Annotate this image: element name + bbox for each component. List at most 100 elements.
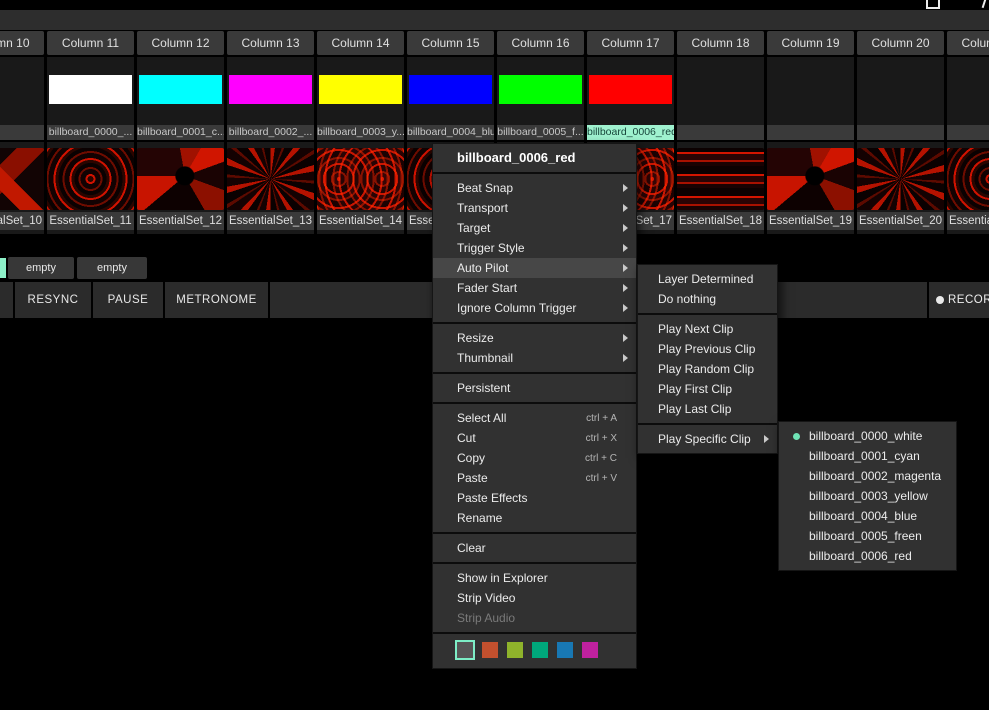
clip-slot[interactable]: EssentialSet_10 (0, 142, 44, 234)
partial-toolbar-icon[interactable] (982, 0, 987, 8)
clip-label[interactable] (0, 125, 44, 140)
clip-video-thumbnail[interactable] (317, 148, 404, 210)
metronome-button[interactable]: METRONOME (165, 282, 268, 318)
menu-item[interactable]: Transport (433, 198, 636, 218)
clip-label[interactable]: EssentialSet_20 (857, 212, 944, 230)
clip-slot[interactable]: billboard_0004_blue (407, 57, 494, 140)
column-trigger-button[interactable]: Column 20 (857, 31, 944, 55)
clip-label[interactable]: EssentialSet_14 (317, 212, 404, 230)
record-button[interactable]: RECORD (936, 282, 989, 318)
clip-label[interactable]: billboard_0001_c... (137, 125, 224, 140)
menu-item[interactable]: Layer Determined (638, 269, 777, 289)
pause-button[interactable]: PAUSE (93, 282, 163, 318)
column-trigger-button[interactable]: Column 10 (0, 31, 44, 55)
column-trigger-button[interactable]: Column 13 (227, 31, 314, 55)
menu-item[interactable]: Beat Snap (433, 178, 636, 198)
color-swatch[interactable] (507, 642, 523, 658)
menu-item[interactable]: Fader Start (433, 278, 636, 298)
column-trigger-button[interactable]: Column 17 (587, 31, 674, 55)
clip-video-thumbnail[interactable] (947, 148, 989, 210)
clip-slot[interactable]: billboard_0005_f... (497, 57, 584, 140)
clip-label[interactable]: billboard_0000_... (47, 125, 134, 140)
menu-item[interactable]: billboard_0002_magenta (779, 466, 956, 486)
clip-slot[interactable] (947, 57, 989, 140)
menu-item[interactable]: Auto Pilot (433, 258, 636, 278)
menu-item[interactable]: Paste Effects (433, 488, 636, 508)
column-trigger-button[interactable]: Column 14 (317, 31, 404, 55)
menu-item[interactable]: Clear (433, 538, 636, 558)
menu-item[interactable]: Do nothing (638, 289, 777, 309)
column-trigger-button[interactable]: Column 15 (407, 31, 494, 55)
clip-label[interactable]: billboard_0002_... (227, 125, 314, 140)
output-window-icon[interactable] (926, 0, 940, 9)
clip-video-thumbnail[interactable] (857, 148, 944, 210)
layer-tab-empty-1[interactable]: empty (8, 257, 74, 279)
clip-slot[interactable] (767, 57, 854, 140)
column-trigger-button[interactable]: Column 16 (497, 31, 584, 55)
clip-label[interactable]: billboard_0005_f... (497, 125, 584, 140)
clip-label[interactable] (857, 125, 944, 140)
clip-slot[interactable]: billboard_0003_y... (317, 57, 404, 140)
menu-item[interactable]: Strip Audio (433, 608, 636, 628)
clip-slot[interactable]: EssentialSet_21 (947, 142, 989, 234)
menu-item[interactable]: Play First Clip (638, 379, 777, 399)
clip-video-thumbnail[interactable] (227, 148, 314, 210)
clip-color-thumbnail[interactable] (409, 75, 492, 104)
menu-item[interactable]: Play Last Clip (638, 399, 777, 419)
clip-color-thumbnail[interactable] (589, 75, 672, 104)
menu-item[interactable]: Paste ctrl + V (433, 468, 636, 488)
clip-slot[interactable]: EssentialSet_14 (317, 142, 404, 234)
column-trigger-button[interactable]: Column 11 (47, 31, 134, 55)
menu-item[interactable]: Show in Explorer (433, 568, 636, 588)
menu-item[interactable]: Play Random Clip (638, 359, 777, 379)
menu-item[interactable]: Cut ctrl + X (433, 428, 636, 448)
clip-video-thumbnail[interactable] (0, 148, 44, 210)
clip-slot[interactable] (0, 57, 44, 140)
clip-slot[interactable]: billboard_0002_... (227, 57, 314, 140)
menu-item[interactable]: Rename (433, 508, 636, 528)
color-swatch[interactable] (532, 642, 548, 658)
clip-color-thumbnail[interactable] (139, 75, 222, 104)
clip-slot[interactable]: EssentialSet_13 (227, 142, 314, 234)
clip-color-thumbnail[interactable] (229, 75, 312, 104)
column-trigger-button[interactable]: Column 12 (137, 31, 224, 55)
clip-label[interactable]: EssentialSet_12 (137, 212, 224, 230)
clip-label[interactable]: EssentialSet_11 (47, 212, 134, 230)
clip-slot[interactable]: billboard_0000_... (47, 57, 134, 140)
clip-slot[interactable]: EssentialSet_19 (767, 142, 854, 234)
clip-label[interactable] (767, 125, 854, 140)
clip-label[interactable]: EssentialSet_19 (767, 212, 854, 230)
menu-item[interactable]: billboard_0006_red (779, 546, 956, 566)
menu-item[interactable]: Play Previous Clip (638, 339, 777, 359)
clip-label[interactable]: billboard_0003_y... (317, 125, 404, 140)
menu-item[interactable]: Strip Video (433, 588, 636, 608)
menu-item[interactable]: Trigger Style (433, 238, 636, 258)
clip-slot[interactable] (857, 57, 944, 140)
clip-slot[interactable] (677, 57, 764, 140)
clip-video-thumbnail[interactable] (767, 148, 854, 210)
clip-slot[interactable]: EssentialSet_20 (857, 142, 944, 234)
menu-item[interactable]: Play Next Clip (638, 319, 777, 339)
menu-item[interactable]: Copy ctrl + C (433, 448, 636, 468)
clip-slot[interactable]: EssentialSet_12 (137, 142, 224, 234)
color-swatch[interactable] (582, 642, 598, 658)
layer-tab-empty-2[interactable]: empty (77, 257, 147, 279)
clip-video-thumbnail[interactable] (47, 148, 134, 210)
clip-video-thumbnail[interactable] (677, 148, 764, 210)
clip-color-thumbnail[interactable] (499, 75, 582, 104)
menu-item[interactable]: Ignore Column Trigger (433, 298, 636, 318)
menu-item[interactable]: Select All ctrl + A (433, 408, 636, 428)
clip-video-thumbnail[interactable] (137, 148, 224, 210)
color-swatch[interactable] (482, 642, 498, 658)
menu-item[interactable]: billboard_0004_blue (779, 506, 956, 526)
menu-item[interactable]: billboard_0000_white (779, 426, 956, 446)
clip-label[interactable]: billboard_0004_blue (407, 125, 494, 140)
clip-slot[interactable]: billboard_0001_c... (137, 57, 224, 140)
menu-item[interactable]: billboard_0005_freen (779, 526, 956, 546)
clip-label[interactable]: billboard_0006_red (587, 125, 674, 140)
column-trigger-button[interactable]: Column 18 (677, 31, 764, 55)
clip-color-thumbnail[interactable] (49, 75, 132, 104)
resync-button[interactable]: RESYNC (15, 282, 91, 318)
clip-label[interactable]: EssentialSet_21 (947, 212, 989, 230)
clip-slot[interactable]: EssentialSet_11 (47, 142, 134, 234)
